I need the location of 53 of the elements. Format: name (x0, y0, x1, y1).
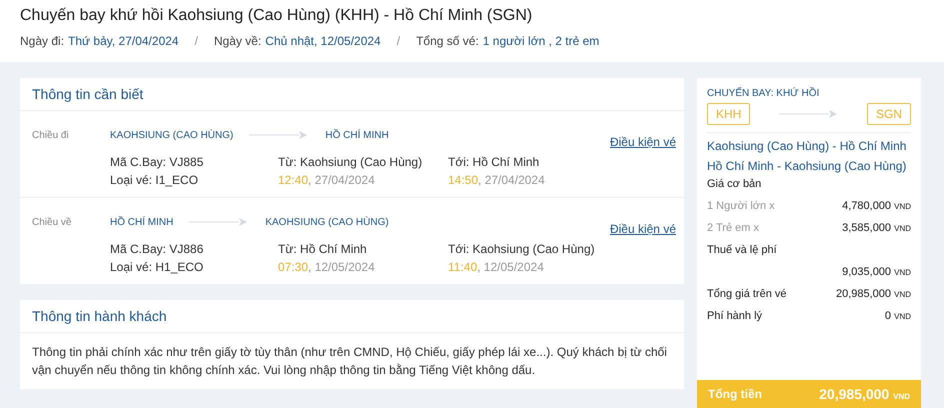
page-title: Chuyến bay khứ hồi Kaohsiung (Cao Hùng) (KHH) - Hồ Chí Minh (SGN) (20, 6, 534, 26)
price-label: 1 Người lớn x (707, 200, 776, 212)
origin: Từ: Hồ Chí Minh (278, 242, 368, 256)
price-label: Phí hành lý (707, 310, 764, 322)
total-amount: 20,985,000 VND (819, 386, 910, 402)
airport-code: SGN (866, 103, 911, 125)
fare-type: Loại vé: I1_ECO (110, 173, 200, 187)
plane-arrow-icon (249, 130, 310, 140)
price-amount: 3,585,000 VND (842, 222, 911, 234)
city-name: KAOHSIUNG (CAO HÙNG) (110, 130, 234, 140)
city-name: HỒ CHÍ MINH (325, 130, 389, 140)
leg-label: Chiều đi (32, 130, 70, 140)
fact-label: Ngày đi: (20, 34, 64, 48)
price-amount: 4,780,000 VND (842, 200, 911, 212)
separator: / (194, 34, 198, 48)
total-label: Tổng tiền (708, 387, 762, 401)
arrival-time: 14:50, 27/04/2024 (448, 173, 546, 187)
fare-type: Loại vé: H1_ECO (110, 260, 204, 274)
separator: / (396, 34, 400, 48)
departure-time: 07:30, 12/05/2024 (278, 260, 376, 274)
destination: Tới: Kaohsiung (Cao Hùng) (448, 242, 596, 256)
city-name: KAOHSIUNG (CAO HÙNG) (265, 216, 389, 228)
passenger-note: Thông tin phải chính xác như trên giấy tờ tùy thân (như trên CMND, Hộ Chiếu, giấy phép lái xe...). Quý khách bị từ chối vận chuyển nếu thông tin không chính xác. Vui lòng nhập thông tin bằng Tiếng Việt không dấu. (31, 344, 668, 379)
destination: Tới: Hồ Chí Minh (448, 155, 540, 169)
card-title: Thông tin hành khách (20, 300, 684, 333)
price-label: Giá cơ bản (707, 178, 762, 190)
leg-label: Chiều về (32, 216, 72, 228)
fact-label: Tổng số vé: (416, 34, 479, 48)
price-label: 2 Trẻ em x (707, 222, 760, 234)
card-title: Thông tin cần biết (20, 78, 684, 111)
route-name: Kaohsiung (Cao Hùng) - Hồ Chí Minh (707, 139, 908, 153)
price-label: Thuế và lệ phí (707, 244, 778, 256)
price-amount: 20,985,000 VND (836, 288, 911, 300)
fact-value: 1 người lớn , 2 trẻ em (482, 34, 600, 48)
flight-code: Mã C.Bay: VJ885 (110, 155, 204, 169)
fact-label: Ngày về: (214, 34, 262, 48)
origin: Từ: Kaohsiung (Cao Hùng) (278, 155, 424, 169)
arrival-time: 11:40, 12/05/2024 (448, 260, 545, 274)
route-name: Hồ Chí Minh - Kaohsiung (Cao Hùng) (707, 159, 908, 173)
airport-code: KHH (707, 103, 750, 125)
price-label: Tổng giá trên vé (707, 288, 788, 300)
plane-arrow-icon (189, 217, 250, 227)
fare-conditions-link[interactable]: Điều kiện vé (610, 222, 676, 236)
trip-type: CHUYẾN BAY: KHỨ HỒI (707, 88, 820, 99)
price-amount: 0 VND (884, 310, 911, 322)
fare-conditions-link[interactable]: Điều kiện vé (610, 135, 676, 149)
plane-arrow-icon (778, 109, 839, 119)
fact-value: Chủ nhật, 12/05/2024 (265, 34, 381, 48)
fact-value: Thứ bảy, 27/04/2024 (68, 34, 179, 48)
flight-code: Mã C.Bay: VJ886 (110, 242, 204, 256)
city-name: HỒ CHÍ MINH (110, 216, 174, 228)
price-amount: 9,035,000 VND (842, 266, 911, 278)
departure-time: 12:40, 27/04/2024 (278, 173, 376, 187)
